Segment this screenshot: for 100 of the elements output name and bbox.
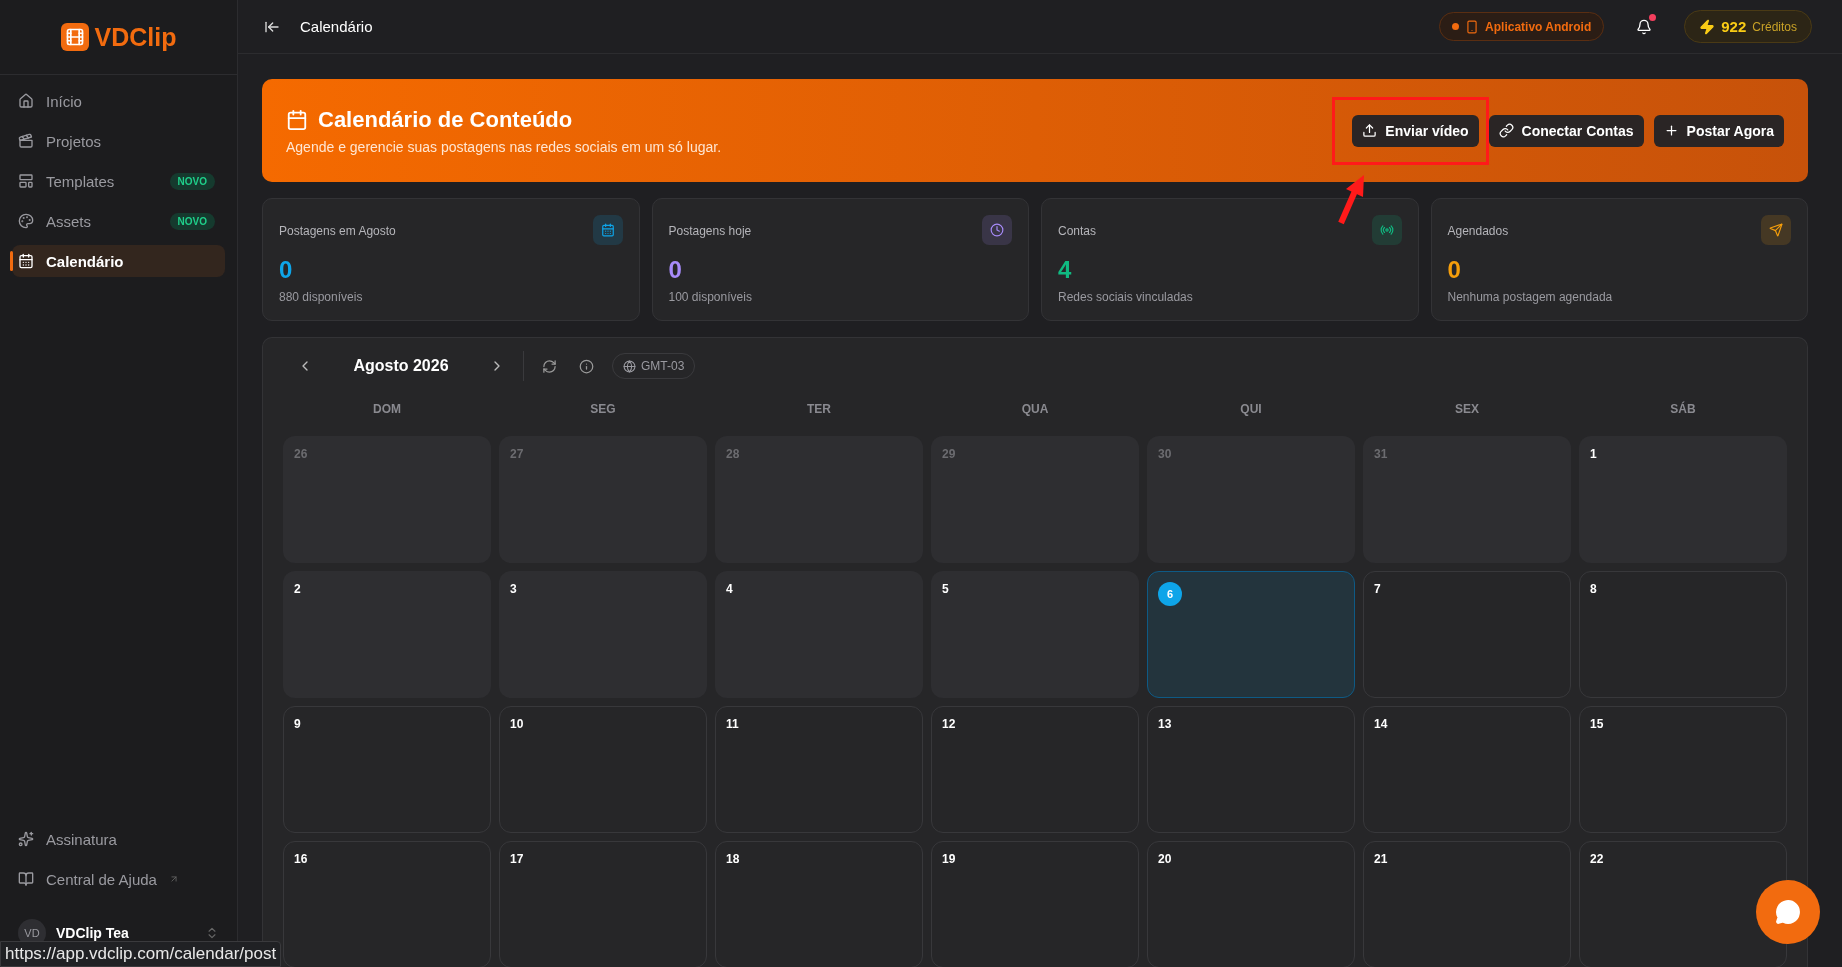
arrow-icon [1338, 174, 1365, 225]
today-number: 6 [1158, 582, 1182, 606]
day-number: 20 [1158, 852, 1172, 866]
sidebar-item[interactable]: Início [12, 85, 225, 117]
new-badge: NOVO [169, 212, 215, 230]
day-number: 3 [510, 582, 517, 596]
day-cell[interactable]: 16 [283, 841, 491, 967]
refresh-icon [542, 358, 557, 374]
clapper-icon [18, 133, 34, 149]
link-icon [1498, 123, 1514, 138]
day-cell[interactable]: 9 [283, 706, 491, 833]
globe-icon [623, 359, 636, 373]
banner-button[interactable]: Conectar Contas [1488, 114, 1644, 147]
day-number: 26 [294, 447, 308, 461]
android-app-button[interactable]: Aplicativo Android [1439, 12, 1605, 41]
day-cell[interactable]: 22 [1579, 841, 1787, 967]
stat-value: 0 [1447, 256, 1462, 284]
day-cell[interactable]: 10 [499, 706, 707, 833]
banner-title: Calendário de Conteúdo [286, 106, 722, 133]
sparkles-icon [18, 831, 34, 847]
day-cell[interactable]: 8 [1579, 571, 1787, 698]
calendar-icon [286, 108, 308, 131]
stat-note: 880 disponíveis [279, 290, 364, 304]
sidebar-item[interactable]: Calendário [12, 245, 225, 277]
day-cell[interactable]: 1 [1579, 436, 1787, 563]
day-number: 27 [510, 447, 524, 461]
day-number: 1 [1590, 447, 1597, 461]
credits-badge: 922 Créditos [1684, 10, 1812, 43]
logo-text: VDClip [94, 22, 177, 52]
status-url: https://app.vdclip.com/calendar/post [0, 941, 282, 967]
day-cell[interactable]: 19 [931, 841, 1139, 967]
day-cell[interactable]: 12 [931, 706, 1139, 833]
user-name: VDClip Tea [56, 925, 130, 941]
sidebar-item[interactable]: Central de Ajuda [12, 863, 225, 895]
weekday-label: SEX [1454, 401, 1480, 418]
weekday-label: DOM [372, 401, 402, 418]
day-number: 11 [726, 717, 739, 731]
home-icon [18, 93, 34, 109]
weekday-label: QUA [1020, 401, 1050, 418]
day-cell[interactable]: 13 [1147, 706, 1355, 833]
new-badge: NOVO [169, 172, 215, 190]
day-cell[interactable]: 14 [1363, 706, 1571, 833]
day-cell[interactable]: 2 [283, 571, 491, 698]
day-cell[interactable]: 4 [715, 571, 923, 698]
page-title: Calendário [300, 18, 373, 35]
day-cell[interactable]: 15 [1579, 706, 1787, 833]
weekday-label: TER [806, 401, 832, 418]
status-dot [1452, 23, 1460, 30]
weekday-label: SÁB [1669, 400, 1697, 418]
day-number: 21 [1374, 852, 1388, 866]
smartphone-icon [1465, 19, 1480, 34]
sidebar-item[interactable]: Assinatura [12, 823, 225, 855]
sidebar-item[interactable]: Projetos [12, 125, 225, 157]
day-number: 31 [1374, 447, 1388, 461]
day-cell[interactable]: 5 [931, 571, 1139, 698]
day-number: 16 [294, 852, 308, 866]
book-icon [18, 871, 34, 887]
template-icon [18, 173, 34, 189]
stat-value: 4 [1058, 256, 1073, 284]
day-cell[interactable]: 20 [1147, 841, 1355, 967]
day-number: 30 [1158, 447, 1172, 461]
banner-button[interactable]: Enviar vídeo [1352, 114, 1479, 147]
day-cell[interactable]: 21 [1363, 841, 1571, 967]
external-link-icon [168, 874, 179, 884]
day-cell[interactable]: 11 [715, 706, 923, 833]
day-number: 13 [1158, 717, 1172, 731]
stat-label: Postagens em Agosto [279, 224, 397, 238]
day-number: 14 [1374, 717, 1388, 731]
info-icon [579, 358, 594, 374]
weekday-label: QUI [1239, 401, 1263, 418]
upload-icon [1362, 123, 1378, 138]
day-number: 4 [726, 582, 733, 596]
stat-note: Nenhuma postagem agendada [1447, 290, 1614, 304]
plus-icon [1663, 123, 1679, 138]
weekday-label: SEG [589, 401, 617, 418]
day-cell[interactable]: 17 [499, 841, 707, 967]
chat-icon [1775, 899, 1801, 925]
stat-note: 100 disponíveis [668, 290, 753, 304]
notifications-button[interactable] [1634, 16, 1655, 37]
day-number: 19 [942, 852, 956, 866]
day-number: 7 [1374, 582, 1381, 596]
day-number: 2 [294, 582, 301, 596]
logo-icon [60, 23, 89, 51]
stat-label: Postagens hoje [668, 224, 753, 238]
sidebar-item[interactable]: Assets NOVO [12, 205, 225, 237]
day-number: 18 [726, 852, 740, 866]
sidebar-item[interactable]: Templates NOVO [12, 165, 225, 197]
day-number: 17 [510, 852, 524, 866]
banner-button[interactable]: Postar Agora [1653, 114, 1784, 147]
stat-label: Agendados [1447, 224, 1510, 238]
day-cell[interactable]: 3 [499, 571, 707, 698]
day-cell[interactable]: 7 [1363, 571, 1571, 698]
day-number: 10 [510, 717, 524, 731]
day-number: 28 [726, 447, 740, 461]
stat-value: 0 [668, 256, 683, 284]
day-number: 8 [1590, 582, 1597, 596]
day-number: 9 [294, 717, 301, 731]
day-number: 15 [1590, 717, 1604, 731]
stat-label: Contas [1058, 224, 1098, 238]
day-cell[interactable]: 18 [715, 841, 923, 967]
